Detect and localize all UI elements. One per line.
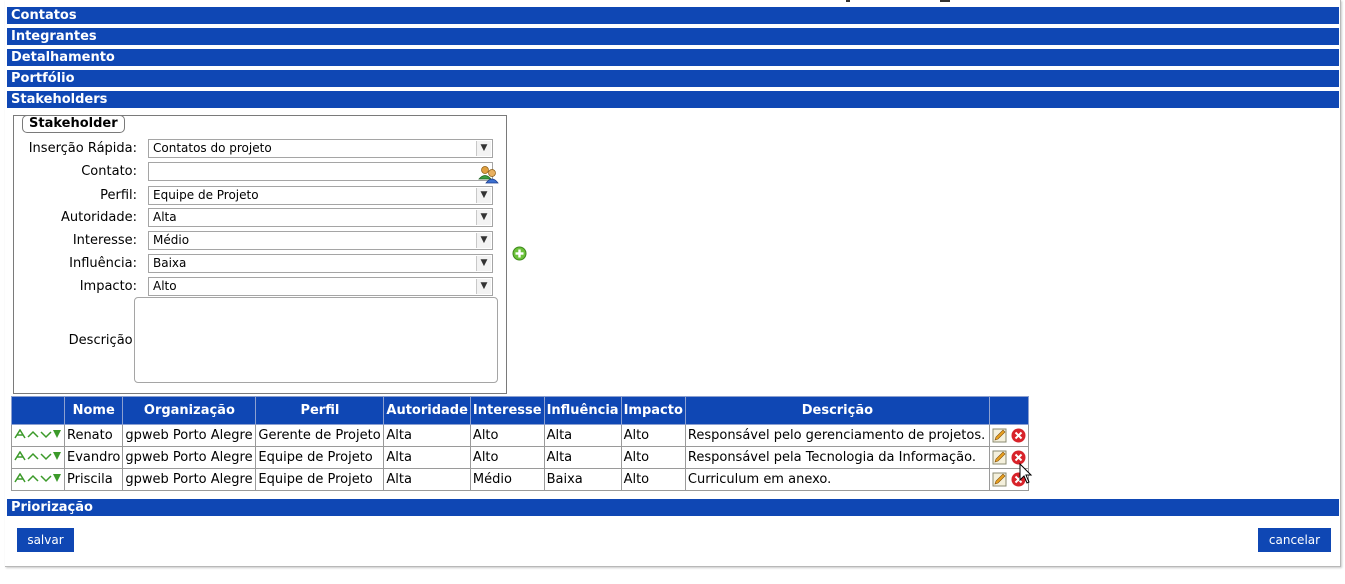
cell-perfil: Equipe de Projeto [255,468,385,491]
cell-perfil: Equipe de Projeto [255,446,385,469]
col-autoridade: Autoridade [383,396,471,425]
row-impacto: Impacto: Alto ▼ [14,277,514,298]
add-plus-icon[interactable] [512,246,527,261]
autoridade-value: Alta [153,210,177,224]
cell-impacto: Alto [620,468,686,491]
save-button[interactable]: salvar [17,528,74,552]
insercao-rapida-select[interactable]: Contatos do projeto ▼ [148,139,493,158]
chevron-down-icon: ▼ [476,210,491,225]
cell-descricao: Responsável pela Tecnologia da Informaçã… [684,446,990,469]
table-row: Evandro gpweb Porto Alegre Equipe de Pro… [11,446,1030,469]
col-descricao: Descrição [684,396,990,425]
row-contato: Contato: [14,162,514,183]
order-arrows-icon[interactable] [14,450,62,461]
table-row: Renato gpweb Porto Alegre Gerente de Pro… [11,424,1030,447]
cell-autoridade: Alta [383,468,471,491]
cell-influencia: Alta [543,424,622,447]
cancel-button[interactable]: cancelar [1258,528,1331,552]
row-autoridade: Autoridade: Alta ▼ [14,208,514,229]
col-organizacao: Organização [122,396,257,425]
col-nome: Nome [63,396,124,425]
section-priorizacao[interactable]: Priorização [7,499,1339,516]
impacto-select[interactable]: Alto ▼ [148,277,493,296]
actions-cell [988,424,1030,447]
edit-pencil-icon[interactable] [992,428,1007,443]
chevron-down-icon: ▼ [476,279,491,294]
autoridade-label: Autoridade: [61,210,137,225]
edit-pencil-icon[interactable] [992,450,1007,465]
impacto-value: Alto [153,279,177,293]
cell-organizacao: gpweb Porto Alegre [122,424,257,447]
section-detalhamento[interactable]: Detalhamento [7,49,1339,66]
col-interesse: Interesse [469,396,545,425]
impacto-label: Impacto: [79,279,137,294]
contacts-people-icon[interactable] [478,164,500,184]
col-impacto: Impacto [620,396,686,425]
section-integrantes[interactable]: Integrantes [7,28,1339,45]
chevron-down-icon: ▼ [476,188,491,203]
col-order [11,396,65,425]
insercao-rapida-label: Inserção Rápida: [28,141,137,156]
top-edge-fragment [846,0,950,2]
section-stakeholders[interactable]: Stakeholders [7,91,1339,108]
cell-nome: Priscila [63,468,124,491]
descricao-textarea[interactable] [134,297,498,383]
col-actions [988,396,1030,425]
perfil-label: Perfil: [100,188,137,203]
section-contatos[interactable]: Contatos [7,7,1339,24]
table-row: Priscila gpweb Porto Alegre Equipe de Pr… [11,468,1030,491]
cell-nome: Renato [63,424,124,447]
row-interesse: Interesse: Médio ▼ [14,231,514,252]
cell-descricao: Curriculum em anexo. [684,468,990,491]
cell-autoridade: Alta [383,424,471,447]
cell-impacto: Alto [620,424,686,447]
perfil-select[interactable]: Equipe de Projeto ▼ [148,186,493,205]
cell-autoridade: Alta [383,446,471,469]
cell-organizacao: gpweb Porto Alegre [122,446,257,469]
order-arrows-icon[interactable] [14,472,62,483]
chevron-down-icon: ▼ [476,233,491,248]
row-influencia: Influência: Baixa ▼ [14,254,514,275]
row-perfil: Perfil: Equipe de Projeto ▼ [14,186,514,207]
influencia-label: Influência: [69,256,137,271]
order-cell [11,446,65,469]
edit-pencil-icon[interactable] [992,472,1007,487]
interesse-select[interactable]: Médio ▼ [148,231,493,250]
interesse-value: Médio [153,233,190,247]
contato-input[interactable] [148,162,493,181]
cell-impacto: Alto [620,446,686,469]
table-header-row: Nome Organização Perfil Autoridade Inter… [11,396,1030,425]
col-perfil: Perfil [255,396,385,425]
cell-interesse: Médio [469,468,545,491]
row-insercao-rapida: Inserção Rápida: Contatos do projeto ▼ [14,139,514,160]
perfil-value: Equipe de Projeto [153,188,259,202]
delete-x-icon[interactable] [1011,428,1026,443]
stakeholders-table: Nome Organização Perfil Autoridade Inter… [11,396,1030,491]
cell-influencia: Baixa [543,468,622,491]
section-portfolio[interactable]: Portfólio [7,70,1339,87]
order-cell [11,424,65,447]
cell-perfil: Gerente de Projeto [255,424,385,447]
interesse-label: Interesse: [72,233,137,248]
autoridade-select[interactable]: Alta ▼ [148,208,493,227]
insercao-rapida-value: Contatos do projeto [153,141,272,155]
cell-interesse: Alto [469,446,545,469]
contato-label: Contato: [81,164,137,179]
order-cell [11,468,65,491]
chevron-down-icon: ▼ [476,141,491,156]
influencia-value: Baixa [153,256,187,270]
influencia-select[interactable]: Baixa ▼ [148,254,493,273]
stakeholder-legend: Stakeholder [22,115,125,133]
cell-influencia: Alta [543,446,622,469]
order-arrows-icon[interactable] [14,428,62,439]
cell-interesse: Alto [469,424,545,447]
cell-organizacao: gpweb Porto Alegre [122,468,257,491]
descricao-label: Descrição: [68,333,137,348]
cell-descricao: Responsável pelo gerenciamento de projet… [684,424,990,447]
chevron-down-icon: ▼ [476,256,491,271]
col-influencia: Influência [543,396,622,425]
cell-nome: Evandro [63,446,124,469]
mouse-cursor-icon [1019,463,1033,484]
